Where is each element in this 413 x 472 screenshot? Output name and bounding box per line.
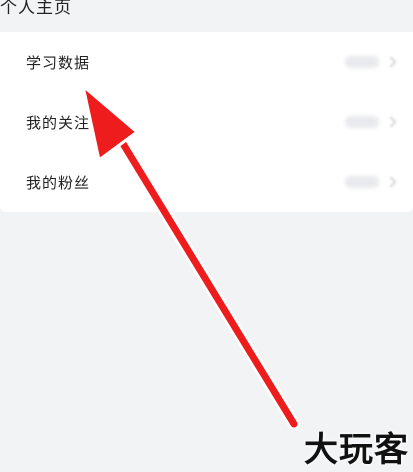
chevron-right-icon bbox=[385, 176, 397, 188]
menu-item-study-data[interactable]: 学习数据 bbox=[0, 32, 413, 92]
menu-item-label: 我的粉丝 bbox=[26, 173, 91, 192]
profile-menu-card: 学习数据 我的关注 我的粉丝 bbox=[0, 32, 413, 212]
menu-item-value bbox=[345, 56, 379, 68]
menu-item-following[interactable]: 我的关注 bbox=[0, 92, 413, 152]
chevron-right-icon bbox=[385, 116, 397, 128]
menu-item-followers[interactable]: 我的粉丝 bbox=[0, 152, 413, 212]
chevron-right-icon bbox=[385, 56, 397, 68]
menu-item-value bbox=[345, 116, 379, 128]
menu-item-value bbox=[345, 176, 379, 188]
watermark: 大玩客 bbox=[304, 430, 409, 470]
menu-item-label: 我的关注 bbox=[26, 113, 91, 132]
section-title: 个人主页 bbox=[0, 0, 72, 18]
menu-item-label: 学习数据 bbox=[26, 53, 91, 72]
